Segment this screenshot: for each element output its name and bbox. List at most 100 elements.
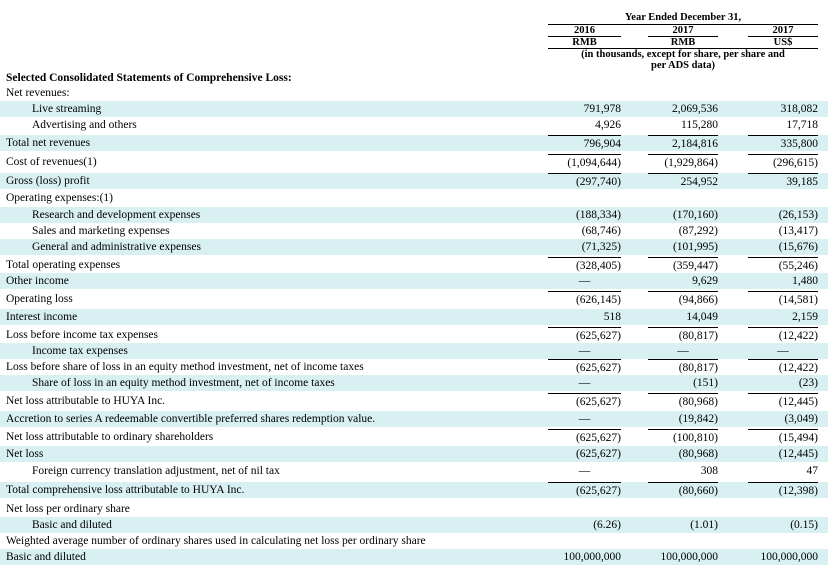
row-label: General and administrative expenses <box>32 241 201 253</box>
cell-2017-rmb: 308 <box>700 465 718 477</box>
cell-2016-rmb: (68,746) <box>581 225 621 237</box>
cell-2016-rmb: (626,145) <box>548 291 621 308</box>
row-label: Other income <box>6 275 69 287</box>
cell-2017-rmb: 2,069,536 <box>672 103 718 115</box>
row-label: Operating expenses:(1) <box>6 192 113 204</box>
row-label: Net loss per ordinary share <box>6 503 130 515</box>
cell-2017-usd: (296,615) <box>748 154 818 171</box>
cell-2016-rmb: (328,405) <box>548 257 621 274</box>
cell-2017-usd: 100,000,000 <box>760 551 819 563</box>
cell-2016-rmb: (71,325) <box>581 241 621 253</box>
row-label: Income tax expenses <box>32 345 128 357</box>
table-row: Income tax expenses — — — <box>0 343 828 359</box>
table-row: Cost of revenues(1) (1,094,644) (1,929,8… <box>0 154 828 170</box>
cell-2017-usd: 335,800 <box>748 135 818 152</box>
row-label: Loss before income tax expenses <box>6 329 159 341</box>
cell-2016-rmb: 518 <box>603 311 621 323</box>
year-2017-header: 2017 <box>672 25 694 36</box>
cell-2017-rmb: (101,995) <box>672 241 718 253</box>
cell-2017-usd: 17,718 <box>786 119 818 131</box>
cell-2017-usd: (14,581) <box>748 291 818 308</box>
cell-2017-rmb: (170,160) <box>672 209 718 221</box>
table-row: Foreign currency translation adjustment,… <box>0 463 828 479</box>
year-2017-usd-header: 2017 <box>772 25 794 36</box>
cell-2017-rmb: (1,929,864) <box>648 154 718 171</box>
cell-2017-rmb: 254,952 <box>648 173 718 190</box>
cell-2017-usd: (13,417) <box>778 225 818 237</box>
table-row: General and administrative expenses (71,… <box>0 239 828 255</box>
row-label: Foreign currency translation adjustment,… <box>32 465 280 477</box>
cell-2017-usd: (12,422) <box>748 327 818 344</box>
cell-2017-rmb: 14,049 <box>686 311 718 323</box>
cell-2016-rmb: — <box>578 377 591 389</box>
table-row: Net loss attributable to ordinary shareh… <box>0 429 828 445</box>
row-label: Loss before share of loss in an equity m… <box>6 361 364 373</box>
row-label: Accretion to series A redeemable convert… <box>6 413 376 425</box>
cell-2016-rmb: 791,978 <box>583 103 621 115</box>
period-header: Year Ended December 31, <box>624 12 742 23</box>
cell-2017-usd: (3,049) <box>784 413 818 425</box>
cell-2016-rmb: (625,627) <box>548 393 621 410</box>
row-label: Net loss attributable to HUYA Inc. <box>6 395 166 407</box>
cell-2016-rmb: (1,094,644) <box>548 154 621 171</box>
row-label: Live streaming <box>32 103 102 115</box>
currency-rmb-2017: RMB <box>670 37 696 48</box>
cell-2017-rmb: (80,817) <box>648 327 718 344</box>
row-label: Cost of revenues(1) <box>6 156 97 168</box>
table-row: Loss before share of loss in an equity m… <box>0 359 828 375</box>
table-row: Net loss per ordinary share <box>0 501 828 517</box>
cell-2017-rmb: (19,842) <box>678 413 718 425</box>
row-label: Interest income <box>6 311 78 323</box>
cell-2017-rmb: 100,000,000 <box>660 551 719 563</box>
table-row: Total operating expenses (328,405) (359,… <box>0 257 828 273</box>
cell-2016-rmb: (625,627) <box>575 448 621 460</box>
cell-2017-rmb: (80,968) <box>678 448 718 460</box>
cell-2017-usd: 47 <box>806 465 819 477</box>
cell-2016-rmb: — <box>578 275 591 287</box>
row-label: Net loss <box>6 448 44 460</box>
cell-2017-usd: 1,480 <box>792 275 818 287</box>
cell-2017-rmb: (1.01) <box>690 519 718 531</box>
cell-2017-rmb: (94,866) <box>648 291 718 308</box>
row-label: Weighted average number of ordinary shar… <box>6 535 426 547</box>
cell-2017-usd: 318,082 <box>780 103 818 115</box>
units-note-line1: (in thousands, except for share, per sha… <box>581 49 785 60</box>
cell-2016-rmb: (625,627) <box>548 429 621 446</box>
cell-2016-rmb: (625,627) <box>548 327 621 344</box>
cell-2017-rmb: 2,184,816 <box>648 135 718 152</box>
table-row: Gross (loss) profit (297,740) 254,952 39… <box>0 173 828 189</box>
table-row: Basic and diluted (6.26) (1.01) (0.15) <box>0 517 828 533</box>
cell-2017-usd: (15,676) <box>778 241 818 253</box>
row-label: Operating loss <box>6 293 73 305</box>
year-2016-header: 2016 <box>574 25 595 36</box>
cell-2017-rmb: (151) <box>693 377 718 389</box>
cell-2016-rmb: 100,000,000 <box>563 551 622 563</box>
row-label: Share of loss in an equity method invest… <box>32 377 335 389</box>
row-label: Gross (loss) profit <box>6 175 90 187</box>
cell-2017-usd: (26,153) <box>778 209 818 221</box>
cell-2017-usd: (0.15) <box>790 519 818 531</box>
cell-2017-usd: (23) <box>798 377 818 389</box>
cell-2017-usd: (12,398) <box>748 482 818 499</box>
table-row: Operating loss (626,145) (94,866) (14,58… <box>0 291 828 307</box>
table-row: Accretion to series A redeemable convert… <box>0 411 828 427</box>
cell-2016-rmb: — <box>578 413 591 425</box>
cell-2017-rmb: 115,280 <box>681 119 718 131</box>
row-label: Advertising and others <box>32 119 137 131</box>
row-label: Total net revenues <box>6 137 91 149</box>
table-row: Net revenues: <box>0 85 828 101</box>
row-label: Sales and marketing expenses <box>32 225 170 237</box>
cell-2016-rmb: — <box>578 345 591 357</box>
row-label: Research and development expenses <box>32 209 201 221</box>
cell-2017-rmb: (359,447) <box>648 257 718 274</box>
table-row: Share of loss in an equity method invest… <box>0 375 828 391</box>
table-row: Other income — 9,629 1,480 <box>0 273 828 289</box>
cell-2017-usd: (12,445) <box>778 448 818 460</box>
cell-2017-rmb: 9,629 <box>692 275 718 287</box>
cell-2017-usd: (15,494) <box>748 429 818 446</box>
cell-2017-rmb: (80,968) <box>648 393 718 410</box>
row-label: Basic and diluted <box>6 551 86 563</box>
cell-2016-rmb: (625,627) <box>548 359 621 376</box>
cell-2017-usd: (12,422) <box>748 359 818 376</box>
cell-2017-rmb: (87,292) <box>678 225 718 237</box>
